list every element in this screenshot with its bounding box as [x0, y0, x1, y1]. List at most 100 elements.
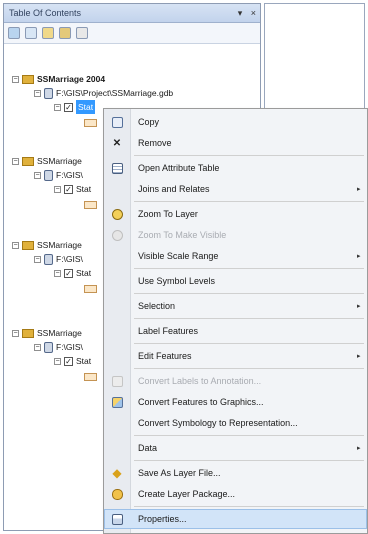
layer-symbol-2	[84, 198, 97, 212]
polygon-symbol-icon	[84, 285, 97, 293]
layer-node-1[interactable]: − ✓ Stat	[54, 100, 96, 114]
data-frame-label: SSMarriage 2004	[37, 74, 106, 84]
menu-item-zoom-to-layer[interactable]: Zoom To Layer	[104, 204, 367, 224]
menu-item-visible-scale-range[interactable]: Visible Scale Range ▸	[104, 246, 367, 266]
properties-icon	[111, 513, 123, 525]
list-by-drawing-order-icon[interactable]	[8, 27, 20, 39]
collapse-icon[interactable]: −	[34, 171, 41, 179]
toc-title-bar: Table Of Contents ▾ ×	[4, 4, 260, 23]
menu-item-create-layer-package[interactable]: Create Layer Package...	[104, 484, 367, 504]
layer-symbol-1	[84, 116, 97, 130]
layer-visibility-checkbox[interactable]: ✓	[64, 184, 73, 194]
menu-item-label-features[interactable]: Label Features	[104, 321, 367, 341]
polygon-symbol-icon	[84, 201, 97, 209]
workspace-path: F:\GIS\Project\SSMarriage.gdb	[56, 88, 174, 98]
data-frame-label: SSMarriage	[37, 328, 82, 338]
collapse-icon[interactable]: −	[34, 89, 41, 97]
layer-context-menu: Copy ✕ Remove Open Attribute Table Joins…	[103, 108, 368, 534]
layer-label[interactable]: Stat	[76, 354, 91, 368]
layer-package-icon	[111, 488, 123, 500]
menu-separator	[134, 293, 364, 294]
layer-node-3[interactable]: − ✓ Stat	[54, 266, 91, 280]
collapse-icon[interactable]: −	[12, 241, 19, 249]
data-frame-1[interactable]: − SSMarriage 2004	[12, 72, 105, 86]
geodatabase-icon	[44, 253, 53, 265]
workspace-node-4[interactable]: − F:\GIS\	[34, 340, 83, 354]
data-frame-4[interactable]: − SSMarriage	[12, 326, 82, 340]
geodatabase-icon	[44, 341, 53, 353]
menu-separator	[134, 506, 364, 507]
collapse-icon[interactable]: −	[34, 255, 41, 263]
menu-item-save-as-layer-file[interactable]: ◆ Save As Layer File...	[104, 463, 367, 483]
layer-node-2[interactable]: − ✓ Stat	[54, 182, 91, 196]
menu-item-data[interactable]: Data ▸	[104, 438, 367, 458]
layer-node-4[interactable]: − ✓ Stat	[54, 354, 91, 368]
menu-item-properties[interactable]: Properties...	[104, 509, 367, 529]
workspace-path: F:\GIS\	[56, 342, 83, 352]
table-icon	[111, 162, 123, 174]
menu-item-joins-and-relates[interactable]: Joins and Relates ▸	[104, 179, 367, 199]
list-by-source-icon[interactable]	[25, 27, 37, 39]
workspace-node-1[interactable]: − F:\GIS\Project\SSMarriage.gdb	[34, 86, 173, 100]
workspace-path: F:\GIS\	[56, 170, 83, 180]
remove-icon: ✕	[112, 137, 122, 149]
submenu-arrow-icon: ▸	[357, 353, 361, 360]
convert-features-icon	[111, 396, 123, 408]
layer-visibility-checkbox[interactable]: ✓	[64, 356, 73, 366]
workspace-node-3[interactable]: − F:\GIS\	[34, 252, 83, 266]
collapse-icon[interactable]: −	[54, 357, 61, 365]
layer-label[interactable]: Stat	[76, 266, 91, 280]
menu-separator	[134, 268, 364, 269]
collapse-icon[interactable]: −	[12, 75, 19, 83]
collapse-icon[interactable]: −	[12, 157, 19, 165]
menu-separator	[134, 435, 364, 436]
menu-item-copy[interactable]: Copy	[104, 112, 367, 132]
pin-icon[interactable]: ▾	[238, 8, 243, 18]
menu-item-zoom-to-make-visible: Zoom To Make Visible	[104, 225, 367, 245]
data-frame-3[interactable]: − SSMarriage	[12, 238, 82, 252]
menu-separator	[134, 318, 364, 319]
submenu-arrow-icon: ▸	[357, 445, 361, 452]
data-frame-icon	[22, 156, 34, 166]
toc-toolbar	[4, 23, 260, 44]
menu-separator	[134, 368, 364, 369]
menu-item-open-attribute-table[interactable]: Open Attribute Table	[104, 158, 367, 178]
zoom-to-visible-icon	[111, 229, 123, 241]
geodatabase-icon	[44, 169, 53, 181]
collapse-icon[interactable]: −	[54, 185, 61, 193]
submenu-arrow-icon: ▸	[357, 253, 361, 260]
data-frame-2[interactable]: − SSMarriage	[12, 154, 82, 168]
collapse-icon[interactable]: −	[34, 343, 41, 351]
copy-icon	[111, 116, 123, 128]
menu-item-convert-symbology-to-representation[interactable]: Convert Symbology to Representation...	[104, 413, 367, 433]
data-frame-label: SSMarriage	[37, 156, 82, 166]
list-by-visibility-icon[interactable]	[42, 27, 54, 39]
layer-visibility-checkbox[interactable]: ✓	[64, 102, 73, 112]
data-frame-icon	[22, 240, 34, 250]
menu-item-remove[interactable]: ✕ Remove	[104, 133, 367, 153]
polygon-symbol-icon	[84, 119, 97, 127]
convert-labels-icon	[111, 375, 123, 387]
list-by-selection-icon[interactable]	[59, 27, 71, 39]
toc-title: Table Of Contents	[9, 8, 82, 18]
menu-item-convert-labels-to-annotation: Convert Labels to Annotation...	[104, 371, 367, 391]
data-frame-label: SSMarriage	[37, 240, 82, 250]
menu-item-use-symbol-levels[interactable]: Use Symbol Levels	[104, 271, 367, 291]
layer-visibility-checkbox[interactable]: ✓	[64, 268, 73, 278]
collapse-icon[interactable]: −	[12, 329, 19, 337]
close-icon[interactable]: ×	[251, 8, 256, 18]
data-frame-icon	[22, 328, 34, 338]
menu-separator	[134, 155, 364, 156]
options-icon[interactable]	[76, 27, 88, 39]
collapse-icon[interactable]: −	[54, 269, 61, 277]
layer-symbol-3	[84, 282, 97, 296]
menu-separator	[134, 460, 364, 461]
layer-label-selected[interactable]: Stat	[76, 100, 96, 114]
menu-item-selection[interactable]: Selection ▸	[104, 296, 367, 316]
workspace-node-2[interactable]: − F:\GIS\	[34, 168, 83, 182]
layer-label[interactable]: Stat	[76, 182, 91, 196]
polygon-symbol-icon	[84, 373, 97, 381]
menu-item-convert-features-to-graphics[interactable]: Convert Features to Graphics...	[104, 392, 367, 412]
menu-item-edit-features[interactable]: Edit Features ▸	[104, 346, 367, 366]
collapse-icon[interactable]: −	[54, 103, 61, 111]
